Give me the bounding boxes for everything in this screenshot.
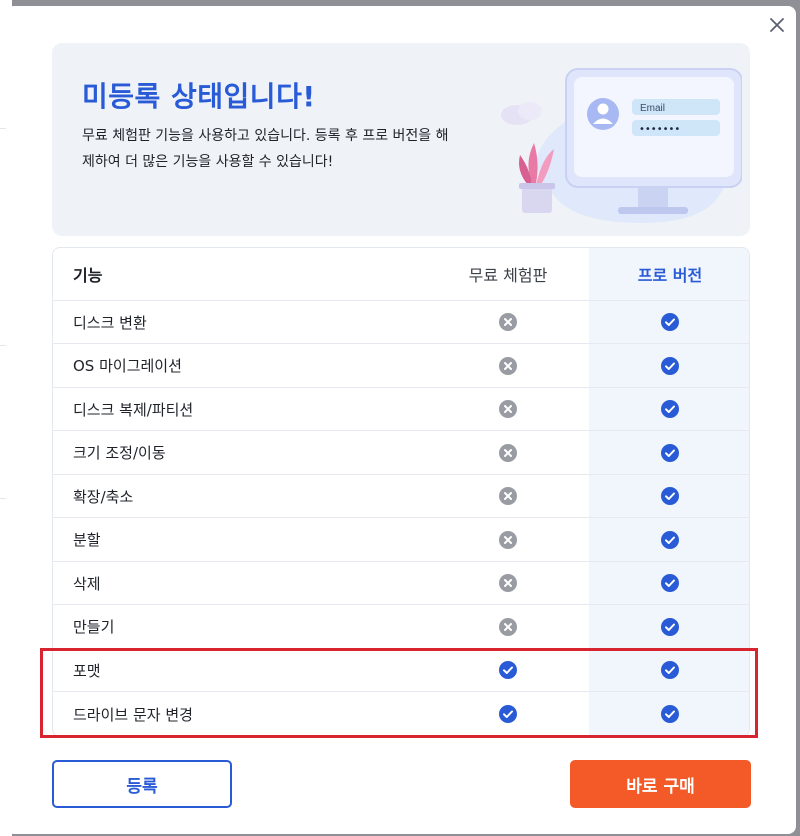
banner-title: 미등록 상태입니다! [82,80,316,113]
feature-name: 확장/축소 [73,487,134,506]
x-circle-icon [498,530,518,550]
check-circle-icon [660,443,680,463]
table-row: 만들기 [53,606,749,649]
banner-description: 무료 체험판 기능을 사용하고 있습니다. 등록 후 프로 버전을 해제하여 더… [82,128,449,170]
pro-status-cell [589,345,749,387]
free-status-cell [427,649,589,691]
feature-name: 디스크 복제/파티션 [73,400,194,419]
feature-name: 만들기 [73,618,115,636]
header-free-trial: 무료 체험판 [468,266,548,285]
table-row: 크기 조정/이동 [53,432,749,475]
feature-name: OS 마이그레이션 [73,357,182,375]
table-row: 삭제 [53,562,749,605]
pro-status-cell [589,606,749,648]
pro-status-cell [589,388,749,430]
free-status-cell [427,301,589,343]
feature-name: 포맷 [73,661,101,680]
check-circle-icon [660,660,680,680]
registration-dialog: 미등록 상태입니다! 무료 체험판 기능을 사용하고 있습니다. 등록 후 프로… [6,6,796,834]
free-status-cell [427,432,589,474]
check-circle-icon [660,704,680,724]
table-row: 확장/축소 [53,475,749,518]
table-row: 분할 [53,519,749,562]
free-status-cell [427,475,589,517]
check-circle-icon [660,312,680,332]
pro-status-cell [589,432,749,474]
x-circle-icon [498,617,518,637]
free-status-cell [427,345,589,387]
feature-name: 삭제 [73,574,101,593]
check-circle-icon [660,486,680,506]
table-row: 포맷 [53,649,749,692]
illustration-email-label: Email [640,103,665,114]
table-row: OS 마이그레이션 [53,345,749,388]
pro-status-cell [589,562,749,604]
feature-name: 크기 조정/이동 [73,444,166,462]
check-circle-icon [498,660,518,680]
check-circle-icon [660,399,680,419]
x-circle-icon [498,573,518,593]
illustration-password-mask: ••••••• [639,124,680,135]
check-circle-icon [660,530,680,550]
feature-name: 디스크 변환 [73,313,147,332]
free-status-cell [427,519,589,561]
free-status-cell [427,693,589,736]
login-monitor-illustration: Email ••••••• [501,68,742,223]
pro-status-cell [589,519,749,561]
unregistered-banner: 미등록 상태입니다! 무료 체험판 기능을 사용하고 있습니다. 등록 후 프로… [52,43,750,236]
header-pro-version: 프로 버전 [637,266,703,285]
check-circle-icon [660,617,680,637]
x-circle-icon [498,312,518,332]
table-row: 디스크 변환 [53,301,749,344]
close-button[interactable] [766,14,788,36]
free-status-cell [427,606,589,648]
x-circle-icon [498,443,518,463]
x-circle-icon [498,356,518,376]
pro-status-cell [589,475,749,517]
register-button[interactable]: 등록 [52,760,232,808]
check-circle-icon [660,356,680,376]
feature-name: 드라이브 문자 변경 [73,705,193,724]
free-status-cell [427,388,589,430]
pro-status-cell [589,649,749,691]
feature-name: 분할 [73,531,101,549]
table-row: 드라이브 문자 변경 [53,693,749,736]
pro-status-cell [589,693,749,736]
close-icon [767,15,787,35]
x-circle-icon [498,399,518,419]
header-feature: 기능 [73,266,103,285]
feature-comparison-table: 기능 무료 체험판 프로 버전 디스크 변환 OS 마이그레이션디스크 복제/파티… [52,247,750,737]
buy-now-button[interactable]: 바로 구매 [570,760,751,808]
free-status-cell [427,562,589,604]
pro-status-cell [589,301,749,343]
table-header-row: 기능 무료 체험판 프로 버전 [53,248,749,301]
check-circle-icon [498,704,518,724]
check-circle-icon [660,573,680,593]
table-row: 디스크 복제/파티션 [53,388,749,431]
x-circle-icon [498,486,518,506]
